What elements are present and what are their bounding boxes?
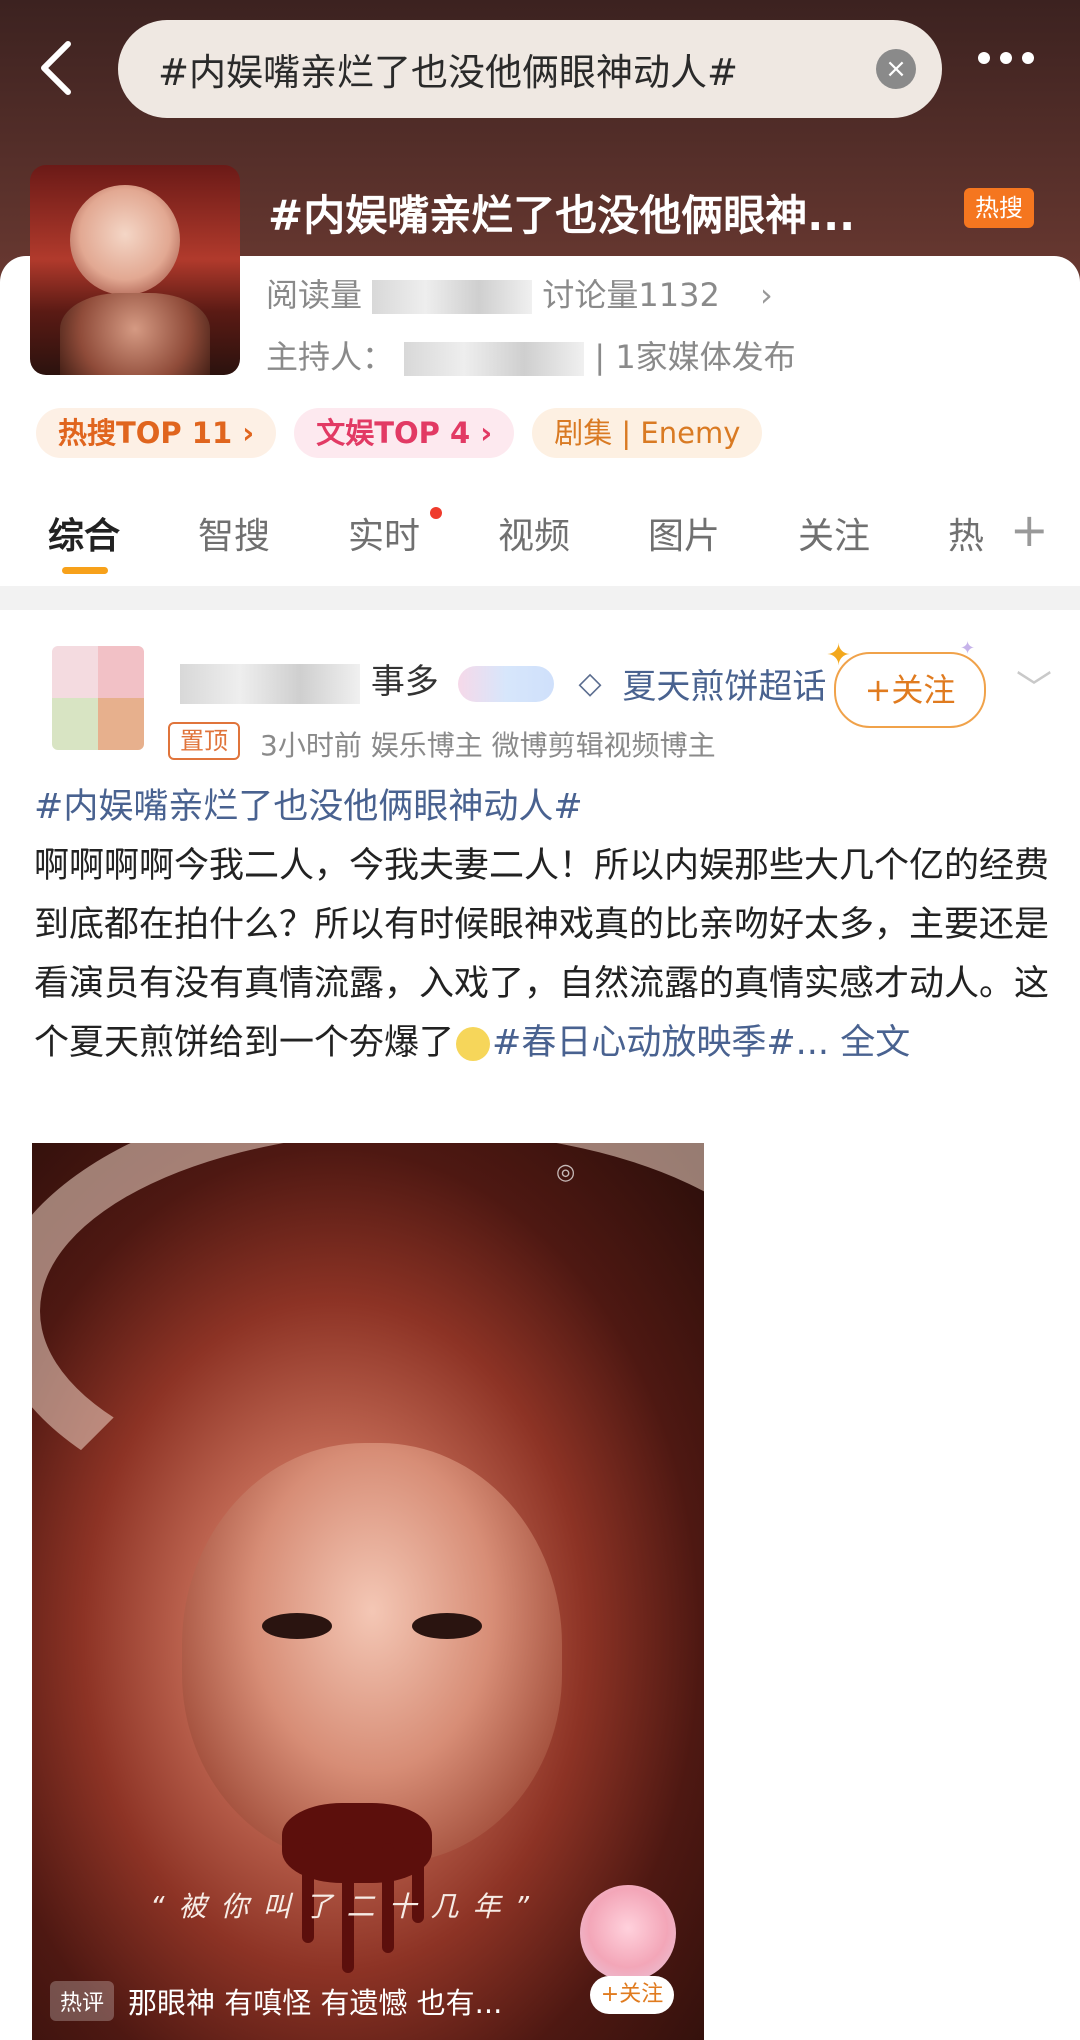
tab-hot[interactable]: 热	[948, 507, 984, 559]
post-meta: 3小时前 娱乐博主 微博剪辑视频博主	[260, 729, 716, 762]
tab-following[interactable]: 关注	[798, 507, 870, 559]
image-watermark: ◎	[556, 1160, 576, 1185]
sticker-avatar	[580, 1885, 676, 1981]
post-author[interactable]: 事多 ◇ 夏天煎饼超话	[180, 654, 826, 708]
topic-host: 主持人： | 1家媒体发布	[266, 338, 796, 376]
diamond-icon: ◇	[578, 666, 602, 701]
chevron-down-icon[interactable]: ﹀	[1016, 660, 1052, 712]
plus-icon[interactable]: +	[1010, 503, 1049, 557]
search-query: #内娱嘴亲烂了也没他俩眼神动人#	[158, 51, 739, 94]
emoji-icon	[456, 1027, 491, 1061]
clear-icon[interactable]: ×	[876, 49, 916, 89]
topic-cover-image	[30, 165, 240, 375]
active-tab-indicator	[62, 567, 108, 574]
topic-rank-chips: 热搜TOP 11 › 文娱TOP 4 › 剧集 | Enemy	[36, 408, 763, 458]
pinned-badge: 置顶	[168, 722, 240, 760]
tab-realtime[interactable]: 实时	[348, 507, 420, 559]
chip-hot-search-rank[interactable]: 热搜TOP 11 ›	[36, 408, 277, 458]
post-body: #内娱嘴亲烂了也没他俩眼神动人# 啊啊啊啊今我二人，今我夫妻二人！所以内娱那些大…	[34, 778, 1050, 1073]
tab-comprehensive[interactable]: 综合	[48, 507, 120, 559]
hot-search-badge: 热搜	[964, 188, 1034, 228]
supertopic-link[interactable]: 夏天煎饼超话	[622, 667, 826, 707]
image-caption: “被你叫了二十几年”	[150, 1890, 544, 1923]
more-icon[interactable]	[978, 52, 1042, 78]
hashtag-link[interactable]: #内娱嘴亲烂了也没他俩眼神动人#	[34, 787, 583, 827]
tab-images[interactable]: 图片	[648, 507, 720, 559]
search-input[interactable]: #内娱嘴亲烂了也没他俩眼神动人# ×	[118, 20, 942, 118]
section-divider	[0, 586, 1080, 610]
realtime-dot-badge	[430, 507, 442, 519]
tab-smart-search[interactable]: 智搜	[198, 507, 270, 559]
tab-video[interactable]: 视频	[498, 507, 570, 559]
topic-title: #内娱嘴亲烂了也没他俩眼神...	[268, 191, 856, 240]
blurred-host-name	[404, 342, 585, 376]
chip-drama[interactable]: 剧集 | Enemy	[532, 408, 763, 458]
hashtag-link-2[interactable]: #春日心动放映季#...	[492, 1023, 829, 1063]
blurred-read-count	[372, 280, 533, 314]
back-icon[interactable]	[34, 38, 82, 98]
avatar[interactable]	[52, 646, 144, 750]
full-text-link[interactable]: 全文	[840, 1023, 910, 1063]
tab-bar: 综合 智搜 实时 视频 图片 关注 热 +	[0, 495, 1080, 585]
hot-comment-text: 那眼神 有嗔怪 有遗憾 也有...	[128, 1986, 503, 2020]
vip-badge	[457, 665, 554, 702]
hot-comment-label: 热评	[50, 1981, 115, 2021]
chip-entertainment-rank[interactable]: 文娱TOP 4 ›	[294, 408, 515, 458]
topic-stats[interactable]: 阅读量 讨论量1132 ›	[266, 270, 773, 316]
blurred-username	[180, 663, 360, 704]
follow-button[interactable]: +关注	[834, 652, 986, 728]
chevron-right-icon: ›	[759, 276, 773, 314]
hot-comment[interactable]: 热评 那眼神 有嗔怪 有遗憾 也有...	[50, 1978, 690, 2024]
